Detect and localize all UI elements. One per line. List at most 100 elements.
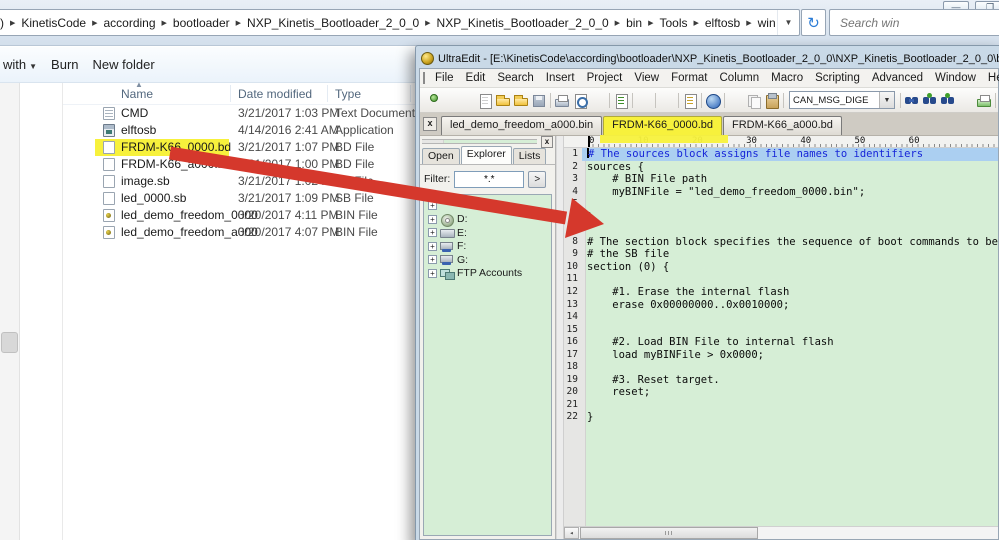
toolbar-icon[interactable] — [903, 92, 921, 109]
toolbar-icon[interactable] — [727, 92, 745, 109]
breadcrumb-separator-icon[interactable]: ▶ — [745, 19, 752, 27]
code-line[interactable]: 9 # the SB file — [564, 248, 998, 261]
menu-item[interactable]: Edit — [460, 71, 492, 85]
menu-item[interactable]: Macro — [765, 71, 809, 85]
pane-splitter[interactable] — [556, 136, 564, 539]
tree-item[interactable]: + FTP Accounts — [428, 267, 551, 281]
toolbar-icon[interactable] — [512, 92, 530, 109]
document-icon[interactable] — [423, 72, 425, 84]
nav-pane-scrollbar[interactable] — [0, 83, 20, 540]
breadcrumb-separator-icon[interactable]: ▶ — [614, 19, 621, 27]
code-line[interactable]: 5 — [564, 198, 998, 211]
breadcrumb-separator-icon[interactable]: ▶ — [424, 19, 431, 27]
pane-tab[interactable]: Explorer — [460, 146, 512, 164]
code-line[interactable]: 16 #2. Load BIN File to internal flash — [564, 336, 998, 349]
column-divider[interactable] — [230, 85, 231, 102]
scrollbar-thumb[interactable] — [580, 527, 758, 539]
file-row[interactable]: led_0000.sb 3/21/2017 1:09 PM SB File — [63, 190, 423, 207]
pane-tab[interactable]: Lists — [512, 148, 547, 164]
file-row[interactable]: led_demo_freedom_a000 3/20/2017 4:07 PM … — [63, 224, 423, 241]
toolbar-icon[interactable] — [612, 92, 630, 109]
syntax-combo[interactable]: CAN_MSG_DIGE ▼ — [789, 91, 895, 109]
expand-icon[interactable]: + — [428, 201, 437, 211]
code-line[interactable]: 6 } — [564, 211, 998, 224]
code-line[interactable]: 11 — [564, 273, 998, 286]
code-line[interactable]: 7 — [564, 223, 998, 236]
code-line[interactable]: 20 reset; — [564, 386, 998, 399]
editor-tab[interactable]: FRDM-K66_a000.bd — [723, 116, 842, 135]
tree-item[interactable]: + F: — [428, 240, 551, 254]
open-with-button[interactable]: with ▼ — [3, 57, 37, 72]
column-divider[interactable] — [327, 85, 328, 102]
toolbar-icon[interactable] — [422, 92, 440, 109]
menu-item[interactable]: View — [628, 71, 665, 85]
toolbar-icon[interactable] — [745, 92, 763, 109]
breadcrumb-item[interactable]: according — [99, 16, 161, 30]
toolbar-icon[interactable] — [494, 92, 512, 109]
code-line[interactable]: 22 } — [564, 411, 998, 424]
menu-item[interactable]: Scripting — [809, 71, 866, 85]
breadcrumb-item[interactable]: KinetisCode — [16, 16, 91, 30]
menu-item[interactable]: Search — [491, 71, 539, 85]
breadcrumb-item[interactable]: bootloader — [168, 16, 235, 30]
filter-go-button[interactable]: > — [528, 170, 547, 188]
menu-item[interactable]: Column — [714, 71, 766, 85]
menu-item[interactable]: Help — [982, 71, 999, 85]
breadcrumb-separator-icon[interactable]: ▶ — [91, 19, 98, 27]
address-dropdown-icon[interactable]: ▼ — [777, 10, 799, 35]
menu-item[interactable]: Project — [581, 71, 629, 85]
file-row[interactable]: FRDM-K66_a000.bd 3/21/2017 1:00 PM BD Fi… — [63, 156, 423, 173]
pane-tab[interactable]: Open — [422, 148, 460, 164]
expand-icon[interactable]: + — [428, 268, 437, 278]
code-line[interactable]: 19 #3. Reset target. — [564, 374, 998, 387]
breadcrumb-item[interactable]: Tools — [654, 16, 692, 30]
menu-item[interactable]: Window — [929, 71, 982, 85]
filter-input[interactable] — [454, 170, 525, 188]
editor-tab[interactable]: FRDM-K66_0000.bd — [600, 116, 728, 143]
scrollbar-thumb[interactable] — [1, 332, 18, 353]
breadcrumb-separator-icon[interactable]: ▶ — [161, 19, 168, 27]
toolbar-icon[interactable] — [530, 92, 548, 109]
code-line[interactable]: 18 — [564, 361, 998, 374]
burn-button[interactable]: Burn — [51, 57, 78, 72]
code-line[interactable]: 2 sources { — [564, 161, 998, 174]
toolbar-icon[interactable] — [553, 92, 571, 109]
breadcrumb-bar[interactable]: ) ▶ KinetisCode ▶ according ▶ bootloader… — [0, 9, 800, 36]
toolbar-icon[interactable] — [476, 92, 494, 109]
toolbar-icon[interactable] — [571, 92, 589, 109]
breadcrumb-item[interactable]: bin — [621, 16, 647, 30]
code-line[interactable]: 4 myBINFile = "led_demo_freedom_0000.bin… — [564, 186, 998, 199]
menu-item[interactable]: Advanced — [866, 71, 929, 85]
column-divider[interactable] — [410, 85, 411, 102]
code-line[interactable]: 10 section (0) { — [564, 261, 998, 274]
tree-item[interactable]: + D: — [428, 213, 551, 227]
code-line[interactable]: 13 erase 0x00000000..0x0010000; — [564, 299, 998, 312]
toolbar-icon[interactable] — [939, 92, 957, 109]
file-row[interactable]: elftosb 4/14/2016 2:41 AM Application — [63, 122, 423, 139]
file-row[interactable]: image.sb 3/21/2017 1:02 PM SB File — [63, 173, 423, 190]
breadcrumb-item[interactable]: elftosb — [700, 16, 745, 30]
toolbar-icon[interactable] — [440, 92, 458, 109]
toolbar-icon[interactable] — [975, 92, 993, 109]
chevron-down-icon[interactable]: ▼ — [879, 92, 894, 108]
toolbar-icon[interactable] — [681, 92, 699, 109]
code-line[interactable]: 15 — [564, 324, 998, 337]
expand-icon[interactable]: + — [428, 214, 437, 224]
file-row[interactable]: led_demo_freedom_0000 3/20/2017 4:11 PM … — [63, 207, 423, 224]
column-header-type[interactable]: Type — [335, 87, 361, 101]
toolbar-icon[interactable] — [957, 92, 975, 109]
code-line[interactable]: 3 # BIN File path — [564, 173, 998, 186]
breadcrumb-item[interactable]: NXP_Kinetis_Bootloader_2_0_0 — [432, 16, 614, 30]
breadcrumb-separator-icon[interactable]: ▶ — [692, 19, 699, 27]
breadcrumb-separator-icon[interactable]: ▶ — [647, 19, 654, 27]
column-header-name[interactable]: Name — [121, 87, 153, 101]
tree-item[interactable]: + G: — [428, 253, 551, 267]
toolbar-icon[interactable] — [635, 92, 653, 109]
horizontal-scrollbar[interactable]: ◂ — [564, 526, 998, 539]
breadcrumb-item[interactable]: NXP_Kinetis_Bootloader_2_0_0 — [242, 16, 424, 30]
editor-tab[interactable]: led_demo_freedom_a000.bin — [441, 116, 603, 135]
expand-icon[interactable]: + — [428, 228, 437, 238]
close-tab-icon[interactable]: x — [423, 117, 437, 131]
code-line[interactable]: 1 # The sources block assigns file names… — [564, 148, 998, 161]
pane-grip[interactable]: x — [420, 136, 555, 148]
